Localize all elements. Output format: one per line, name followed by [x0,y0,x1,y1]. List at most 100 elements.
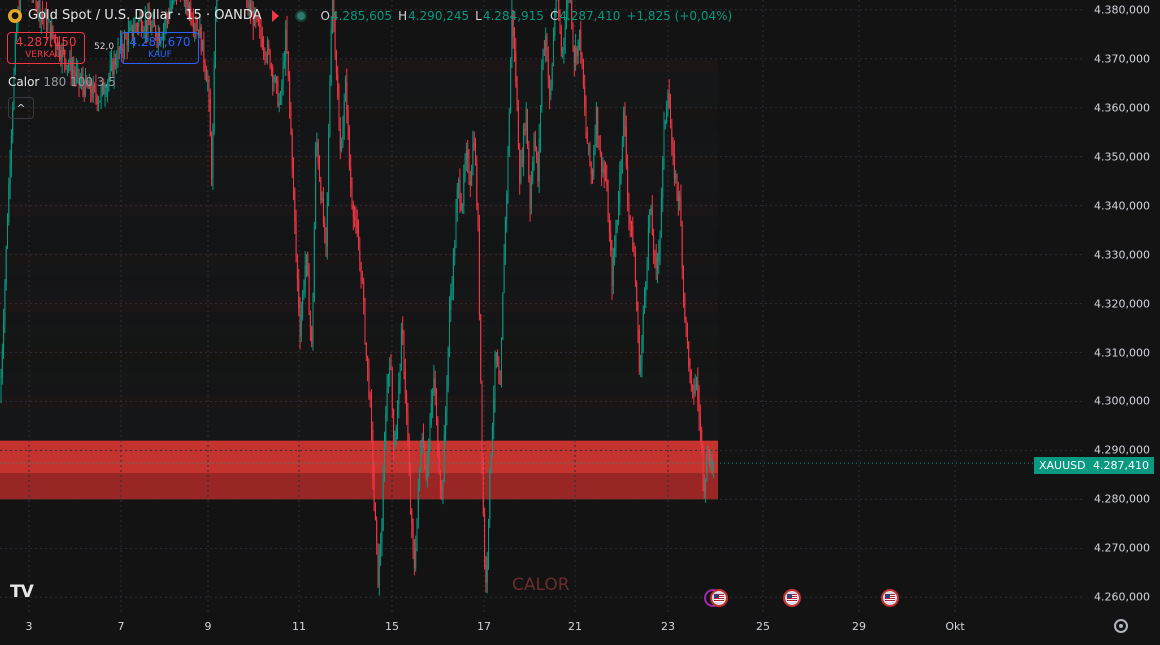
candle-body [135,24,137,26]
candle-body [330,29,332,83]
market-status-dot-icon[interactable] [294,9,307,22]
candle-body [673,153,675,179]
candle-body [311,326,313,343]
candle-body [480,314,482,382]
heat-band [0,360,718,372]
candle-body [277,81,279,106]
candle-body [627,166,629,204]
candle-body [385,414,387,443]
ohlc-close-value: 4.287,410 [559,8,621,23]
candle-body [393,409,395,449]
candle-body [377,543,379,586]
candle-body [164,23,166,28]
candle-body [517,106,519,150]
us-flag-event-icon[interactable] [881,589,899,607]
candle-body [281,85,283,94]
heat-band [0,396,718,408]
candle-body [338,97,340,130]
candle-body [624,107,626,128]
price-axis-label: 4.350,000 [1094,150,1150,164]
candle-body [303,286,305,294]
candle-body [215,16,216,65]
candle-body [516,82,518,107]
candle-body [151,25,153,32]
collapse-legend-button[interactable]: ^ [8,97,34,119]
candle-body [582,60,584,87]
symbol-title[interactable]: Gold Spot / U.S. Dollar · 15 · OANDA [28,8,262,23]
flag-icon[interactable] [271,9,279,22]
sell-button[interactable]: 4.287,150 VERKAUF [7,32,85,64]
candle-body [547,59,549,79]
candle-body [606,178,608,186]
time-axis-label: 17 [477,620,491,633]
indicator-legend[interactable]: Calor 180 100 3,5 [8,75,116,89]
candle-body [272,67,274,82]
candle-body [472,143,474,170]
candle-body [659,231,661,253]
candle-body [672,144,674,154]
ohlc-low-label: L [475,8,482,23]
candle-body [709,456,710,466]
us-flag-event-icon[interactable] [710,589,728,607]
candle-body [378,554,380,586]
time-axis-label: 25 [756,620,770,633]
candle-body [437,417,439,456]
candle-body [321,197,323,201]
price-axis[interactable]: 4.260,000 4.270,000 4.280,000 4.290,000 4.30… [1085,0,1160,612]
candle-body [317,142,319,165]
candle-body [213,64,215,133]
us-flag-event-icon[interactable] [783,589,801,607]
candle-body [618,203,619,220]
ohlc-high-value: 4.290,245 [408,8,470,23]
heat-band [0,156,718,168]
candle-body [563,39,565,51]
candle-body [35,0,37,8]
candle-body [269,50,271,67]
candle-body [593,151,595,177]
candle-body [289,76,291,107]
buy-button[interactable]: 4.287,670 KAUF [121,32,199,64]
candle-body [502,293,504,340]
candle-body [324,223,326,230]
settings-gear-icon[interactable] [1114,619,1128,633]
candle-body [400,329,402,371]
candle-body [345,81,346,101]
candle-body [312,301,314,343]
candle-body [507,152,509,194]
tradingview-logo[interactable]: TV [10,582,34,602]
candle-body [456,188,458,213]
candle-body [278,102,280,106]
price-axis-label: 4.310,000 [1094,346,1150,359]
candle-body [576,48,578,57]
candle-body [684,293,686,320]
candle-body [660,198,662,232]
candle-body [372,430,374,475]
candle-body [319,164,320,180]
candle-body [9,163,11,185]
candle-body [358,233,359,251]
candle-body [354,217,356,220]
candlestick-chart[interactable] [0,0,1085,612]
candle-body [572,24,574,48]
candle-body [395,427,397,445]
candle-body [454,246,456,257]
candle-body [653,235,655,255]
candle-body [371,396,372,431]
candle-body [493,399,495,426]
candle-body [705,478,707,492]
candle-body [68,64,70,66]
candle-body [657,261,658,270]
heat-band [0,348,718,360]
candle-body [462,204,463,210]
heat-band [0,180,718,192]
candle-body [675,174,677,179]
candle-body [343,100,345,126]
candle-body [683,269,684,294]
candle-body [623,107,625,143]
time-axis[interactable]: 3 7 9 11 15 17 21 23 25 29 Okt [0,612,1160,645]
candle-body [452,256,454,288]
price-axis-label: 4.260,000 [1094,590,1150,604]
candle-body [446,385,448,412]
chart-plot-area[interactable] [0,0,1085,612]
chart-watermark: CALOR [512,575,570,595]
